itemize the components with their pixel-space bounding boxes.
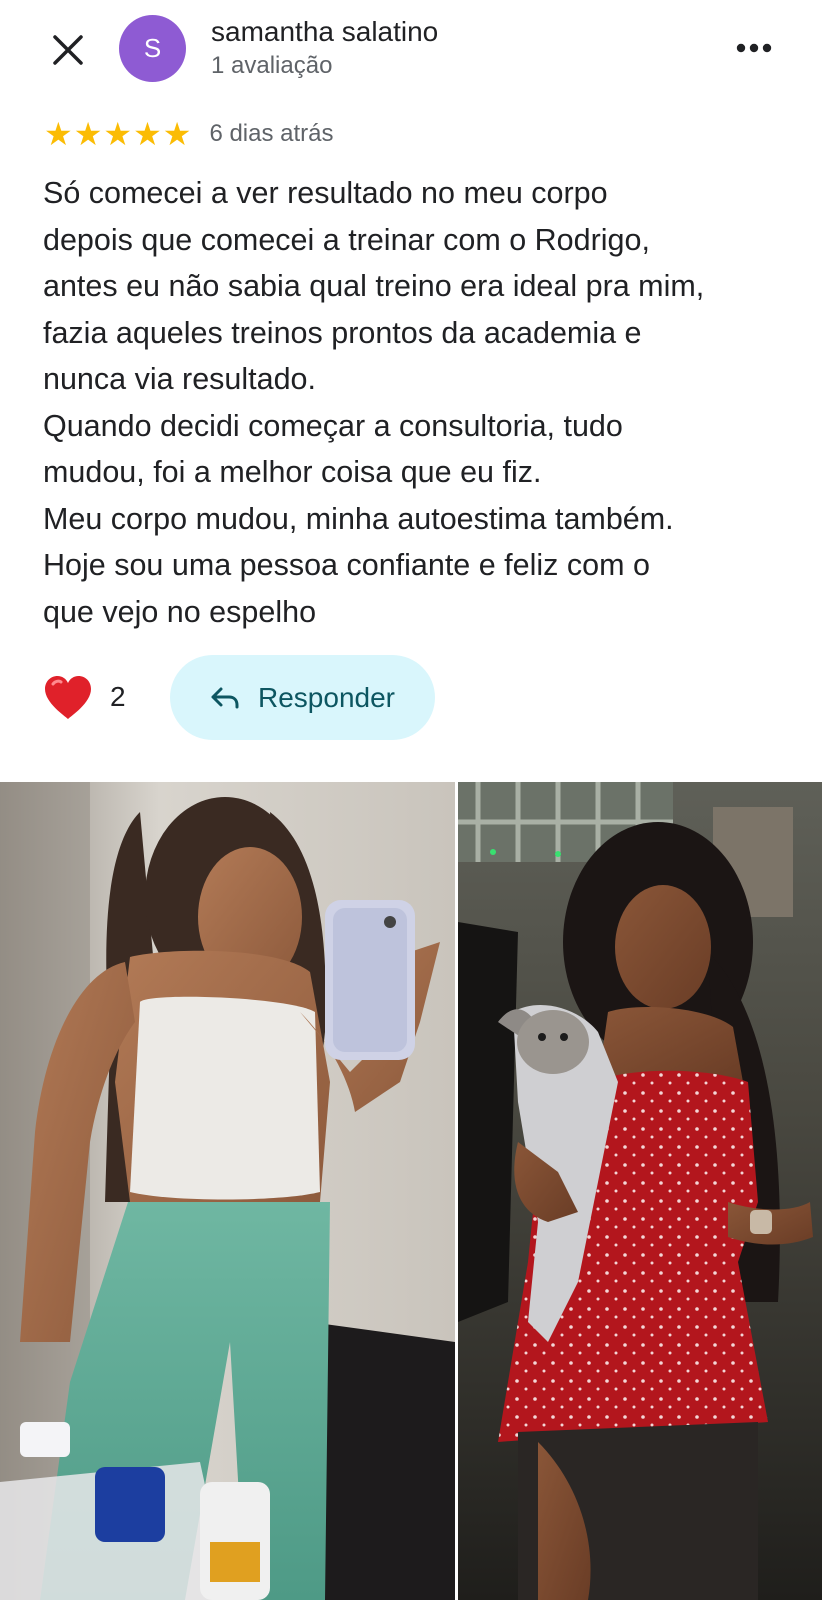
review-text-line: Quando decidi começar a consultoria, tud… xyxy=(43,408,623,443)
star-icon: ★ xyxy=(133,116,162,152)
review-text-line: mudou, foi a melhor coisa que eu fiz. xyxy=(43,455,542,489)
star-rating: ★ ★ ★ ★ ★ xyxy=(44,118,191,150)
review-text-line: nunca via resultado. xyxy=(43,362,316,396)
star-icon: ★ xyxy=(103,116,133,152)
like-button[interactable] xyxy=(42,674,94,722)
review-photo-selfie[interactable] xyxy=(0,782,455,1600)
close-button[interactable] xyxy=(44,26,92,74)
review-text-line: fazia aqueles treinos prontos da academi… xyxy=(43,315,642,350)
review-text-line: depois que comecei a treinar com o Rodri… xyxy=(43,222,650,257)
heart-icon xyxy=(45,676,91,719)
star-icon: ★ xyxy=(73,116,103,152)
review-text-line: Meu corpo mudou, minha autoestima também… xyxy=(43,501,674,536)
review-header: S samantha salatino 1 avaliação xyxy=(0,0,822,100)
more-horizontal-icon xyxy=(736,43,772,53)
review-actions: 2 Responder xyxy=(0,655,822,745)
close-icon xyxy=(53,35,83,65)
star-icon: ★ xyxy=(162,116,192,152)
review-date: 6 dias atrás xyxy=(209,120,334,147)
review-text: Só comecei a ver resultado no meu corpo … xyxy=(43,170,803,635)
star-icon: ★ xyxy=(44,116,73,152)
review-photos xyxy=(0,782,822,1600)
reviewer-name[interactable]: samantha salatino xyxy=(211,16,438,48)
review-text-line: Só comecei a ver resultado no meu corpo xyxy=(43,176,608,210)
reply-label: Responder xyxy=(258,681,395,713)
photo-illustration xyxy=(0,782,455,1600)
like-count: 2 xyxy=(110,681,126,712)
review-text-line: antes eu não sabia qual treino era ideal… xyxy=(43,269,705,303)
reply-button[interactable]: Responder xyxy=(170,655,435,740)
avatar-letter: S xyxy=(143,33,162,63)
review-photo-with-dog[interactable] xyxy=(458,782,822,1600)
rating-row: ★ ★ ★ ★ ★ 6 dias atrás xyxy=(44,118,334,150)
more-options-button[interactable] xyxy=(726,26,782,70)
review-text-line: que vejo no espelho xyxy=(43,594,317,629)
photo-illustration xyxy=(458,782,822,1600)
reviewer-review-count: 1 avaliação xyxy=(211,52,333,79)
review-text-line: Hoje sou uma pessoa confiante e feliz co… xyxy=(43,548,650,582)
reply-arrow-icon xyxy=(211,687,239,708)
avatar[interactable]: S xyxy=(119,15,186,82)
